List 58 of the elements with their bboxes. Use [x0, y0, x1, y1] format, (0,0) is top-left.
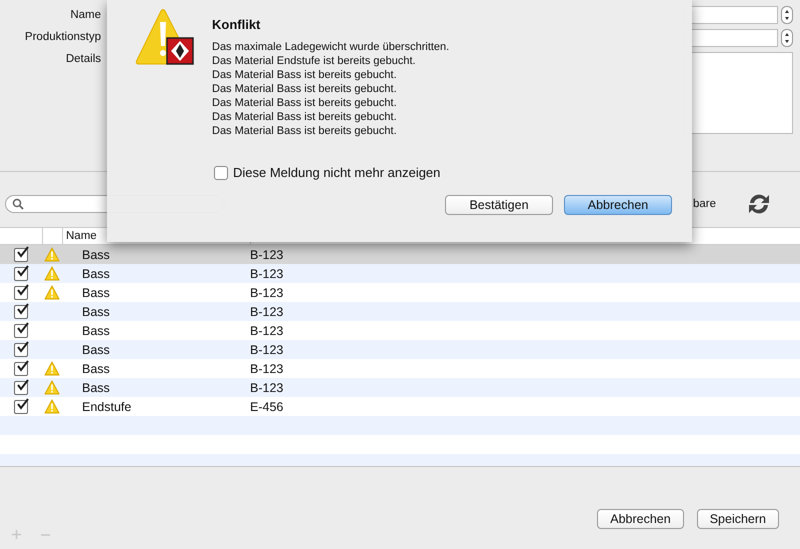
dialog-title: Konflikt: [212, 17, 262, 32]
table-cell-text: Bass: [81, 248, 111, 262]
table-row[interactable]: Bass B-123: [0, 283, 800, 302]
checkbox[interactable]: [14, 248, 28, 262]
dialog-message: Das Material Bass ist bereits gebucht.: [212, 68, 398, 82]
form-label: Produktionstyp: [24, 31, 101, 44]
table-row[interactable]: Bass B-123: [0, 321, 800, 340]
table-cell-text: B-123: [250, 286, 284, 300]
table-cell-text: B-123: [250, 362, 284, 376]
dialog-button[interactable]: Abbrechen: [564, 195, 672, 215]
table-cell-text: Bass: [81, 324, 111, 338]
table-cell-text: Bass: [81, 362, 111, 376]
table-row[interactable]: Bass B-123: [0, 340, 800, 359]
dialog-message: Das Material Bass ist bereits gebucht.: [212, 96, 398, 110]
dialog-message: Das Material Bass ist bereits gebucht.: [212, 82, 398, 96]
dialog-message: Das Material Bass ist bereits gebucht.: [212, 110, 398, 124]
table-cell-text: B-123: [250, 248, 284, 262]
toolbar-label: bare: [692, 198, 716, 210]
table-cell-text: B-123: [250, 380, 284, 394]
checkbox-label: Diese Meldung nicht mehr anzeigen: [233, 165, 440, 180]
checkbox[interactable]: [14, 266, 28, 280]
checkbox[interactable]: [214, 166, 228, 180]
table-row[interactable]: Bass B-123: [0, 302, 800, 321]
table-cell-text: B-123: [250, 266, 284, 280]
dialog-message: Das Material Bass ist bereits gebucht.: [212, 124, 398, 138]
table-cell-text: B-123: [250, 324, 284, 338]
table-cell-text: E-456: [250, 400, 284, 414]
table-cell-text: B-123: [250, 342, 284, 356]
table-cell-text: Endstufe: [81, 400, 132, 414]
footer-button[interactable]: Abbrechen: [597, 509, 684, 529]
checkbox[interactable]: [14, 380, 28, 394]
table-cell-text: Bass: [81, 304, 111, 318]
checkbox[interactable]: [14, 400, 28, 414]
form-label: Name: [70, 9, 101, 22]
checkbox[interactable]: [14, 324, 28, 338]
table-row[interactable]: Bass B-123: [0, 245, 800, 264]
checkbox[interactable]: [14, 286, 28, 300]
search-icon: [12, 198, 24, 210]
dialog-button[interactable]: Bestätigen: [445, 195, 553, 215]
refresh-icon[interactable]: [746, 192, 772, 216]
table-cell-text: Bass: [81, 266, 111, 280]
table-cell-text: Bass: [81, 286, 111, 300]
checkbox[interactable]: [14, 342, 28, 356]
table-row[interactable]: Endstufe E-456: [0, 397, 800, 416]
table-row[interactable]: Bass B-123: [0, 359, 800, 378]
footer-button[interactable]: Speichern: [696, 509, 779, 529]
checkbox[interactable]: [14, 362, 28, 376]
stepper-icon[interactable]: [781, 29, 793, 47]
table-cell-text: B-123: [250, 304, 284, 318]
table-cell-text: Bass: [81, 380, 111, 394]
checkbox[interactable]: [14, 304, 28, 318]
dialog-message: Das Material Endstufe ist bereits gebucht.: [212, 54, 417, 68]
table-row[interactable]: Bass B-123: [0, 378, 800, 397]
table-row[interactable]: Bass B-123: [0, 264, 800, 283]
stepper-icon[interactable]: [781, 6, 793, 24]
dialog-message: Das maximale Ladegewicht wurde überschritten.: [212, 40, 450, 54]
table-cell-text: Bass: [81, 342, 111, 356]
form-label: Details: [66, 53, 101, 66]
